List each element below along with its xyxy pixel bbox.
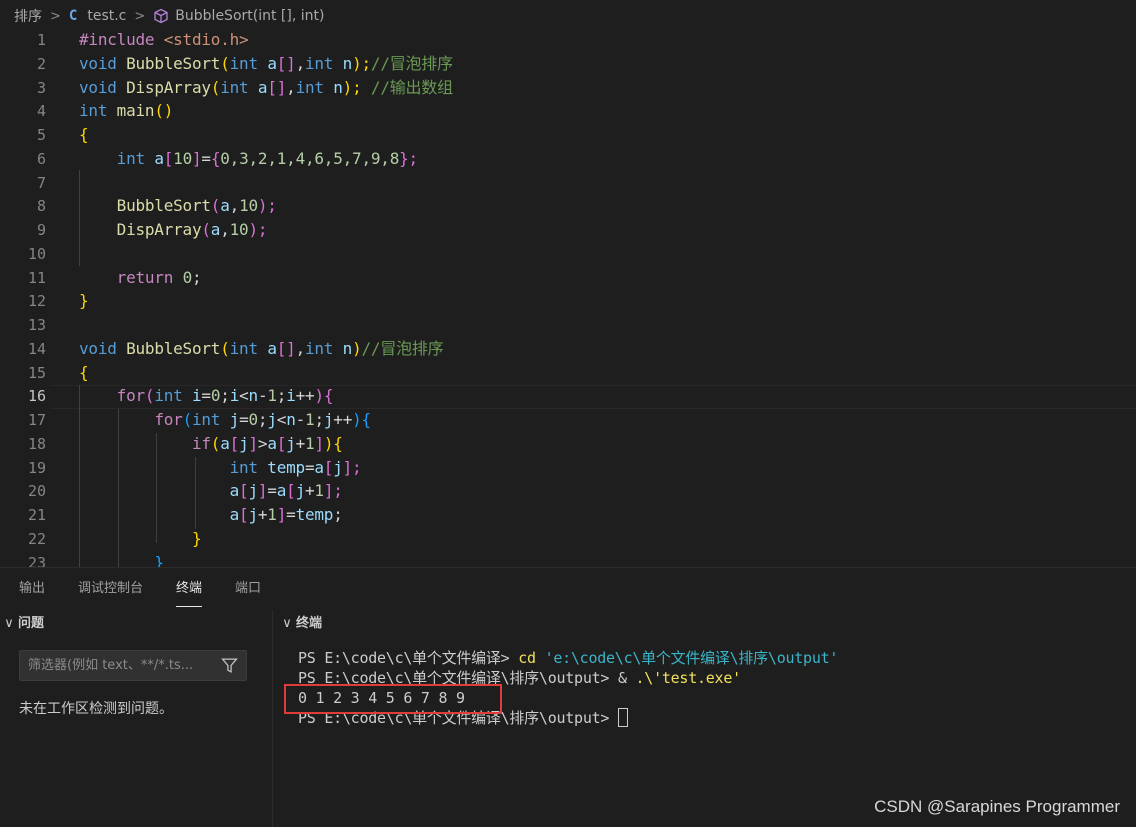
watermark: CSDN @Sarapines Programmer [874,797,1120,816]
code-text: int a[10]={0,3,2,1,4,6,5,7,9,8}; [116,149,418,168]
chevron-down-icon: ∨ [4,616,14,631]
terminal-title: 终端 [296,616,323,631]
code-text: a[j]=a[j+1]; [229,481,343,500]
code-line[interactable]: 21 a[j+1]=temp; [0,503,1136,527]
code-text: DispArray(a,10); [116,220,268,239]
code-line[interactable]: 3 void DispArray(int a[],int n); //输出数组 [0,76,1136,100]
chevron-right-icon: > [134,8,146,24]
code-line[interactable]: 11 return 0; [0,266,1136,290]
code-text: return 0; [116,268,202,287]
line-number: 16 [27,387,46,405]
breadcrumb-folder[interactable]: 排序 [14,6,42,26]
code-text: } [154,553,164,567]
filter-placeholder: 筛选器(例如 text、**/*.ts... [28,658,194,673]
code-text: int temp=a[j]; [229,458,362,477]
bottom-panel: 输出 调试控制台 终端 端口 ∨ 问题 筛选器(例如 text、**/*.ts..… [0,567,1136,827]
panel-tabs: 输出 调试控制台 终端 端口 [0,568,275,610]
line-number: 19 [27,459,46,477]
code-line[interactable]: 15 { [0,361,1136,385]
code-text: a[j+1]=temp; [229,505,343,524]
terminal-header[interactable]: ∨ 终端 [278,610,322,638]
breadcrumb-symbol[interactable]: BubbleSort(int [], int) [175,8,324,24]
line-number: 1 [36,31,46,49]
code-line[interactable]: 23 } [0,551,1136,567]
line-number: 18 [27,435,46,453]
line-number: 6 [36,150,46,168]
filter-icon[interactable] [221,657,238,674]
line-number: 4 [36,102,46,120]
code-line[interactable]: 22 } [0,527,1136,551]
line-number: 14 [27,340,46,358]
line-number: 2 [36,55,46,73]
code-line[interactable]: 2 void BubbleSort(int a[],int n);//冒泡排序 [0,52,1136,76]
line-number: 5 [36,126,46,144]
code-line[interactable]: 9 DispArray(a,10); [0,218,1136,242]
code-text: for(int j=0;j<n-1;j++){ [154,410,371,429]
code-text: for(int i=0;i<n-1;i++){ [116,386,334,405]
line-number: 10 [27,245,46,263]
line-number: 13 [27,316,46,334]
code-line[interactable]: 13 [0,313,1136,337]
line-number: 20 [27,482,46,500]
code-text: void BubbleSort(int a[],int n);//冒泡排序 [79,54,453,73]
line-number: 9 [36,221,46,239]
code-text: } [191,529,202,548]
method-cube-icon [154,8,168,24]
code-line[interactable]: 8 BubbleSort(a,10); [0,194,1136,218]
code-line[interactable]: 18 if(a[j]>a[j+1]){ [0,432,1136,456]
chevron-down-icon: ∨ [282,616,292,631]
line-number: 22 [27,530,46,548]
breadcrumb-file[interactable]: test.c [87,8,126,24]
line-number: 3 [36,79,46,97]
code-line[interactable]: 5{ [0,123,1136,147]
line-number: 8 [36,197,46,215]
problems-pane: ∨ 问题 筛选器(例如 text、**/*.ts... 未在工作区检测到问题。 [0,610,273,827]
problems-title: 问题 [18,616,45,631]
code-text: { [79,125,89,144]
code-editor[interactable]: 1 #include <stdio.h> 2 void BubbleSort(int … [0,28,1136,567]
line-number: 23 [27,554,46,567]
code-text: } [79,291,89,310]
code-text: void DispArray(int a[],int n); //输出数组 [79,78,453,97]
code-text: BubbleSort(a,10); [116,196,277,215]
code-line[interactable]: 20 a[j]=a[j+1]; [0,479,1136,503]
code-line[interactable]: 12} [0,289,1136,313]
code-line[interactable]: 14 void BubbleSort(int a[],int n)//冒泡排序 [0,337,1136,361]
code-line[interactable]: 6 int a[10]={0,3,2,1,4,6,5,7,9,8}; [0,147,1136,171]
tab-output[interactable]: 输出 [0,568,59,610]
chevron-right-icon: > [50,8,61,24]
line-number: 21 [27,506,46,524]
line-number: 17 [27,411,46,429]
code-text: { [79,363,89,382]
tab-debug-console[interactable]: 调试控制台 [59,568,157,610]
code-text: #include <stdio.h> [79,30,249,49]
terminal-cursor [617,708,628,727]
line-number: 15 [27,364,46,382]
code-text: void BubbleSort(int a[],int n)//冒泡排序 [79,339,444,358]
line-number: 12 [27,292,46,310]
no-problems-message: 未在工作区检测到问题。 [19,701,173,717]
code-line[interactable]: 7 [0,171,1136,195]
terminal-pane[interactable]: ∨ 终端 PS E:\code\c\单个文件编译> cd 'e:\code\c\单… [274,610,1136,827]
code-line[interactable]: 1 #include <stdio.h> [0,28,1136,52]
code-line[interactable]: 19 int temp=a[j]; [0,456,1136,480]
problems-filter-input[interactable]: 筛选器(例如 text、**/*.ts... [19,650,247,681]
c-file-icon: C [68,8,78,24]
terminal-line-1: PS E:\code\c\单个文件编译> cd 'e:\code\c\单个文件编… [298,649,839,667]
code-line[interactable]: 16 for(int i=0;i<n-1;i++){ [0,384,1136,408]
code-line[interactable]: 10 [0,242,1136,266]
code-text: if(a[j]>a[j+1]){ [191,434,343,453]
code-line[interactable]: 4 int main() [0,99,1136,123]
code-line[interactable]: 17 for(int j=0;j<n-1;j++){ [0,408,1136,432]
code-text: int main() [79,101,174,120]
line-number: 7 [36,174,46,192]
problems-header[interactable]: ∨ 问题 [0,610,44,638]
tab-terminal[interactable]: 终端 [157,568,216,610]
line-number: 11 [27,269,46,287]
tab-ports[interactable]: 端口 [216,568,275,610]
output-highlight-box [284,684,502,714]
